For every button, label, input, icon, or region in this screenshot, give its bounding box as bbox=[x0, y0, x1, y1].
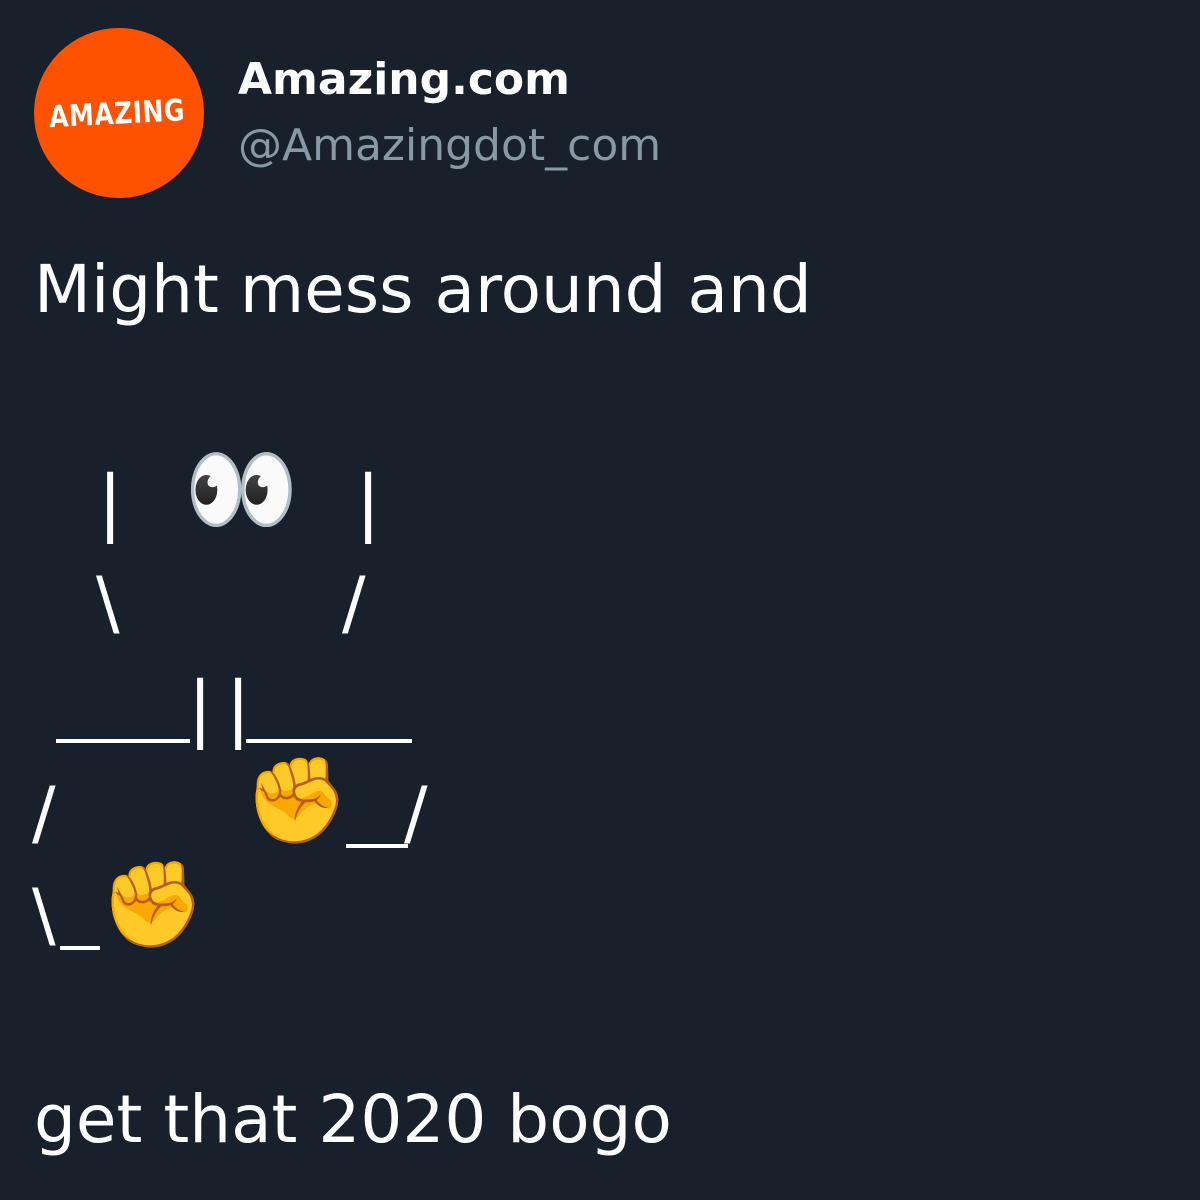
ascii-pipe-right: | bbox=[356, 460, 381, 544]
ascii-backslash-left: \ bbox=[96, 562, 120, 644]
tweet: AMAZING Amazing.com @Amazingdot_com Migh… bbox=[0, 0, 1200, 1200]
eyes-emoji-icon: 👀 bbox=[184, 436, 299, 543]
ascii-underscore-arm bbox=[346, 844, 408, 848]
ascii-underscore-left bbox=[56, 739, 190, 743]
ascii-slash-right: / bbox=[342, 562, 366, 644]
ascii-slash-arm: / bbox=[404, 772, 428, 854]
ascii-slash-left: / bbox=[32, 772, 56, 854]
ascii-pipe-inner-right: | bbox=[226, 666, 251, 750]
ascii-art: | 👀 | \ / | | / ✊ / \ ✊ bbox=[0, 0, 1200, 1200]
ascii-underscore-bottom bbox=[60, 946, 100, 950]
ascii-underscore-right bbox=[246, 739, 412, 743]
raised-fist-icon: ✊ bbox=[244, 751, 349, 849]
ascii-pipe-inner-left: | bbox=[188, 666, 213, 750]
ascii-backslash-bottom: \ bbox=[32, 874, 56, 956]
raised-fist-icon: ✊ bbox=[100, 855, 205, 953]
ascii-pipe-left: | bbox=[98, 460, 123, 544]
tweet-text-line-last: get that 2020 bogo bbox=[34, 1081, 672, 1158]
